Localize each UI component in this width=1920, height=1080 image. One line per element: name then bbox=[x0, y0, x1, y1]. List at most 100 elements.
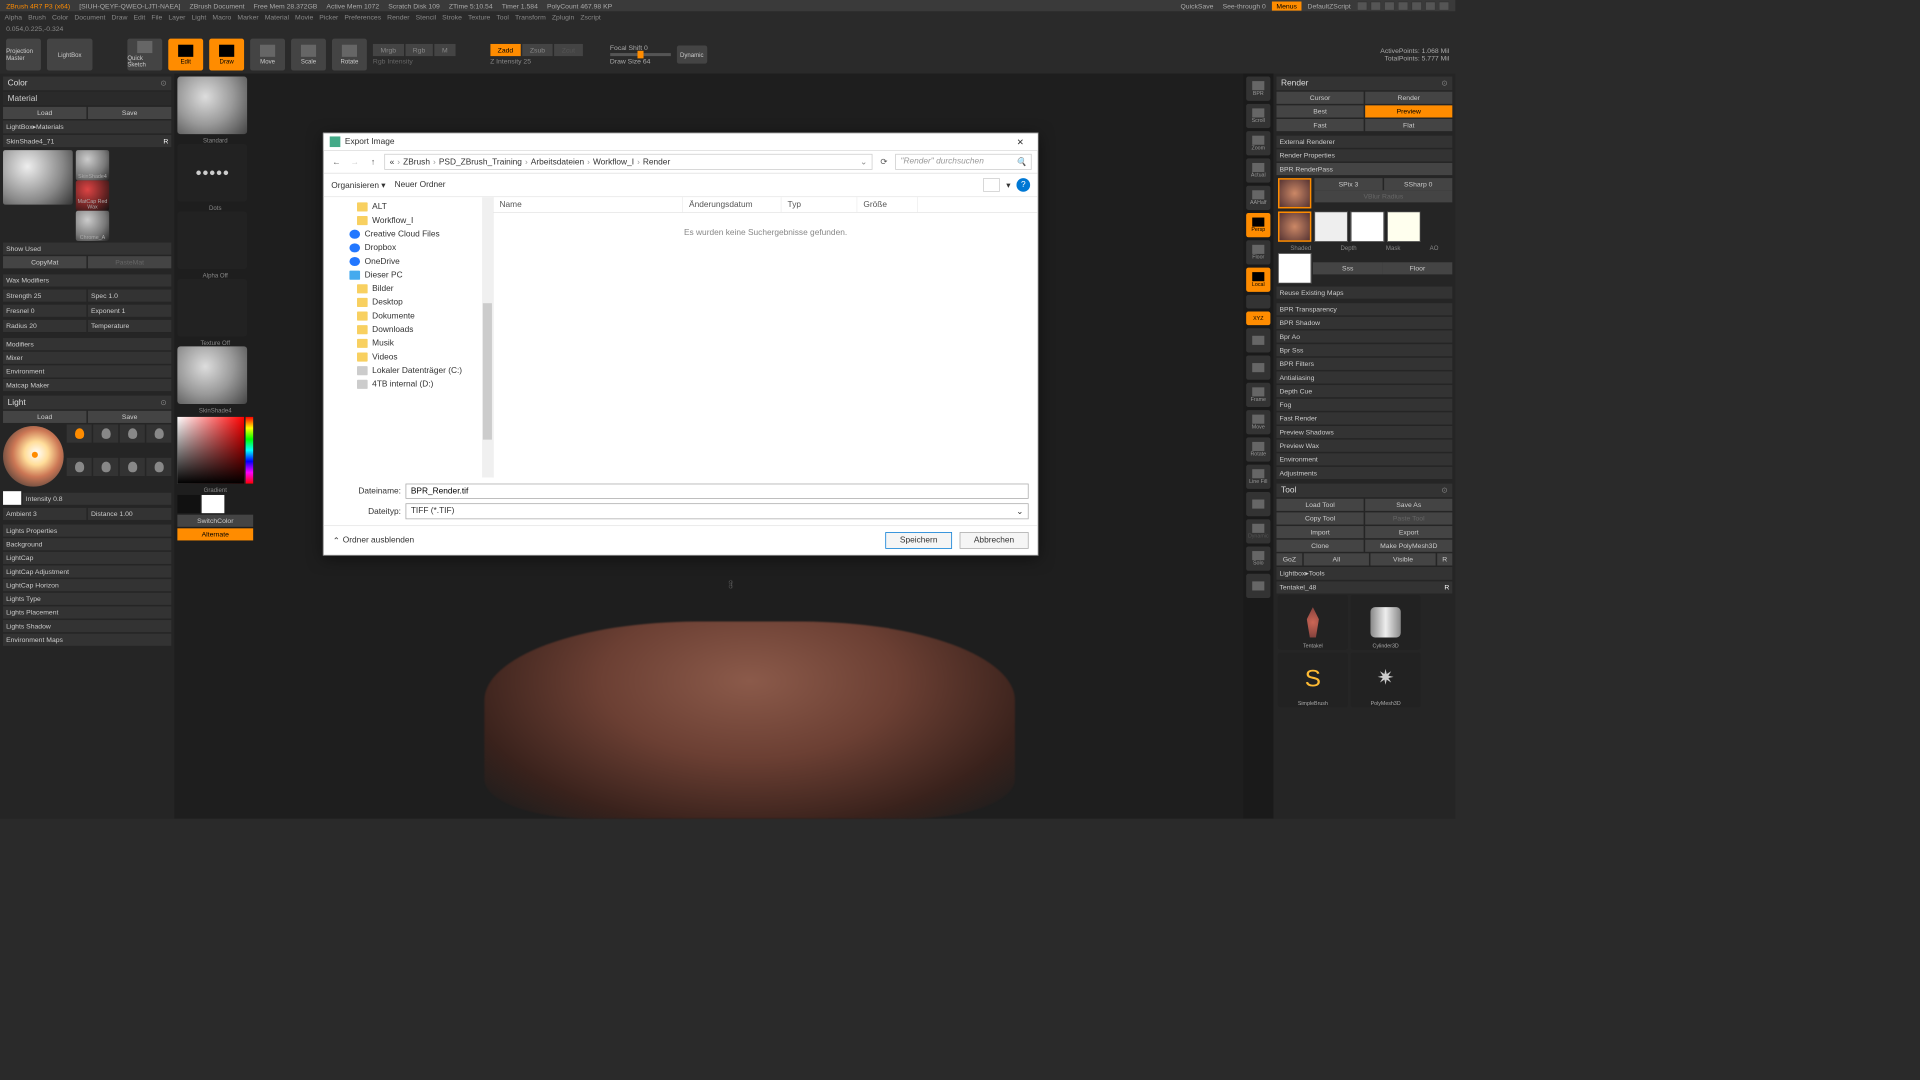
strip-icon-a[interactable] bbox=[1246, 328, 1270, 352]
environment-header-r[interactable]: Environment bbox=[1276, 453, 1452, 465]
menu-marker[interactable]: Marker bbox=[237, 14, 258, 22]
goz-r-button[interactable]: R bbox=[1437, 553, 1452, 565]
lights-type-header[interactable]: Lights Type bbox=[3, 593, 171, 605]
bpr-filters-header[interactable]: BPR Filters bbox=[1276, 358, 1452, 370]
save-button[interactable]: Speichern bbox=[886, 532, 952, 549]
seethrough-slider[interactable]: See-through 0 bbox=[1220, 1, 1269, 10]
rotate-icon[interactable]: Rotate bbox=[1246, 437, 1270, 461]
window-icon-3[interactable] bbox=[1384, 1, 1395, 10]
spec-slider[interactable]: Spec 1.0 bbox=[88, 290, 171, 302]
projection-master-button[interactable]: Projection Master bbox=[6, 39, 41, 71]
lightbox-button[interactable]: LightBox bbox=[47, 39, 92, 71]
menu-material[interactable]: Material bbox=[265, 14, 289, 22]
fast-button[interactable]: Fast bbox=[1276, 119, 1363, 131]
menu-picker[interactable]: Picker bbox=[319, 14, 338, 22]
focal-shift-slider[interactable] bbox=[610, 53, 671, 56]
window-icon-5[interactable] bbox=[1411, 1, 1422, 10]
matcap-maker-header[interactable]: Matcap Maker bbox=[3, 379, 171, 391]
light-slot-7[interactable] bbox=[120, 458, 145, 476]
tree-item[interactable]: Creative Cloud Files bbox=[324, 227, 493, 241]
antialiasing-header[interactable]: Antialiasing bbox=[1276, 371, 1452, 383]
reuse-maps-button[interactable]: Reuse Existing Maps bbox=[1276, 287, 1452, 299]
brush-thumb[interactable] bbox=[177, 77, 247, 135]
xyz-icon[interactable]: XYZ bbox=[1246, 312, 1270, 326]
menu-tool[interactable]: Tool bbox=[496, 14, 509, 22]
linefill-icon[interactable]: Line Fill bbox=[1246, 465, 1270, 489]
lightcap-horizon-header[interactable]: LightCap Horizon bbox=[3, 579, 171, 591]
scroll-icon[interactable]: Scroll bbox=[1246, 104, 1270, 128]
wax-modifiers-header[interactable]: Wax Modifiers bbox=[3, 274, 171, 286]
refresh-button[interactable]: ⟳ bbox=[877, 155, 891, 169]
actual-icon[interactable]: Actual bbox=[1246, 158, 1270, 182]
bpr-icon[interactable]: BPR bbox=[1246, 77, 1270, 101]
lights-placement-header[interactable]: Lights Placement bbox=[3, 606, 171, 618]
render-button[interactable]: Render bbox=[1365, 92, 1452, 104]
bpr-transparency-header[interactable]: BPR Transparency bbox=[1276, 303, 1452, 315]
texture-thumb[interactable] bbox=[177, 279, 247, 337]
tree-item[interactable]: Dokumente bbox=[324, 309, 493, 323]
menu-layer[interactable]: Layer bbox=[168, 14, 185, 22]
stroke-thumb[interactable] bbox=[177, 144, 247, 202]
window-icon-4[interactable] bbox=[1398, 1, 1409, 10]
organize-button[interactable]: Organisieren ▾ bbox=[331, 180, 385, 190]
quicksketch-button[interactable]: Quick Sketch bbox=[127, 39, 162, 71]
goz-button[interactable]: GoZ bbox=[1276, 553, 1302, 565]
move-icon[interactable]: Move bbox=[1246, 410, 1270, 434]
floor-label[interactable]: Floor bbox=[1383, 262, 1453, 274]
file-list[interactable]: Name Änderungsdatum Typ Größe Es wurden … bbox=[493, 197, 1037, 477]
goz-all-button[interactable]: All bbox=[1304, 553, 1369, 565]
light-slot-4[interactable] bbox=[146, 424, 171, 442]
close-button[interactable]: ✕ bbox=[1009, 137, 1032, 147]
tool-panel-header[interactable]: Tool⊙ bbox=[1276, 484, 1452, 498]
material-thumb-chrome[interactable]: Chrome_A bbox=[76, 211, 109, 241]
new-folder-button[interactable]: Neuer Ordner bbox=[395, 180, 446, 189]
render-panel-header[interactable]: Render⊙ bbox=[1276, 77, 1452, 91]
tree-item[interactable]: Desktop bbox=[324, 296, 493, 310]
light-panel-header[interactable]: Light⊙ bbox=[3, 396, 171, 410]
rgb-button[interactable]: Rgb bbox=[405, 44, 433, 56]
menu-texture[interactable]: Texture bbox=[468, 14, 490, 22]
window-icon-7[interactable] bbox=[1439, 1, 1450, 10]
light-color-swatch[interactable] bbox=[3, 491, 21, 505]
scale-button[interactable]: Scale bbox=[291, 39, 326, 71]
lightbox-materials-button[interactable]: LightBox▸Materials bbox=[3, 121, 171, 134]
menus-button[interactable]: Menus bbox=[1272, 1, 1302, 10]
distance-slider[interactable]: Distance 1.00 bbox=[88, 508, 171, 520]
pastemat-button[interactable]: PasteMat bbox=[88, 256, 171, 268]
tree-item[interactable]: Downloads bbox=[324, 323, 493, 337]
move-button[interactable]: Move bbox=[250, 39, 285, 71]
tool-thumb-simplebrush[interactable]: SSimpleBrush bbox=[1278, 653, 1348, 708]
floor-icon[interactable]: Floor bbox=[1246, 240, 1270, 264]
bpr-sss-header[interactable]: Bpr Sss bbox=[1276, 344, 1452, 356]
tree-item[interactable]: Workflow_I bbox=[324, 214, 493, 228]
light-save-button[interactable]: Save bbox=[88, 411, 171, 423]
nav-up-button[interactable]: ↑ bbox=[366, 155, 380, 169]
tree-item[interactable]: Bilder bbox=[324, 282, 493, 296]
menu-light[interactable]: Light bbox=[192, 14, 207, 22]
best-button[interactable]: Best bbox=[1276, 105, 1363, 117]
fog-header[interactable]: Fog bbox=[1276, 399, 1452, 411]
nav-back-button[interactable]: ← bbox=[330, 155, 344, 169]
tool-thumb-polymesh[interactable]: ✷PolyMesh3D bbox=[1351, 653, 1421, 708]
z-intensity-label[interactable]: Z Intensity 25 bbox=[490, 58, 583, 66]
sss-label[interactable]: Sss bbox=[1313, 262, 1383, 274]
quicksave-button[interactable]: QuickSave bbox=[1177, 1, 1216, 10]
tree-item[interactable]: Musik bbox=[324, 337, 493, 351]
collapse-icon[interactable]: ⊙ bbox=[160, 79, 166, 87]
bpr-ao-header[interactable]: Bpr Ao bbox=[1276, 330, 1452, 342]
light-intensity-slider[interactable]: Intensity 0.8 bbox=[23, 493, 172, 505]
external-renderer-header[interactable]: External Renderer bbox=[1276, 136, 1452, 148]
export-button[interactable]: Export bbox=[1365, 526, 1452, 538]
copymat-button[interactable]: CopyMat bbox=[3, 256, 86, 268]
light-slot-2[interactable] bbox=[93, 424, 118, 442]
light-slot-5[interactable] bbox=[67, 458, 92, 476]
help-button[interactable]: ? bbox=[1016, 178, 1030, 192]
lights-shadow-header[interactable]: Lights Shadow bbox=[3, 620, 171, 632]
adjustments-header[interactable]: Adjustments bbox=[1276, 467, 1452, 479]
tree-item[interactable]: Videos bbox=[324, 350, 493, 364]
show-used-button[interactable]: Show Used bbox=[3, 243, 171, 255]
menu-document[interactable]: Document bbox=[74, 14, 105, 22]
window-icon-2[interactable] bbox=[1370, 1, 1381, 10]
bpr-shadow-header[interactable]: BPR Shadow bbox=[1276, 317, 1452, 329]
save-as-button[interactable]: Save As bbox=[1365, 499, 1452, 511]
